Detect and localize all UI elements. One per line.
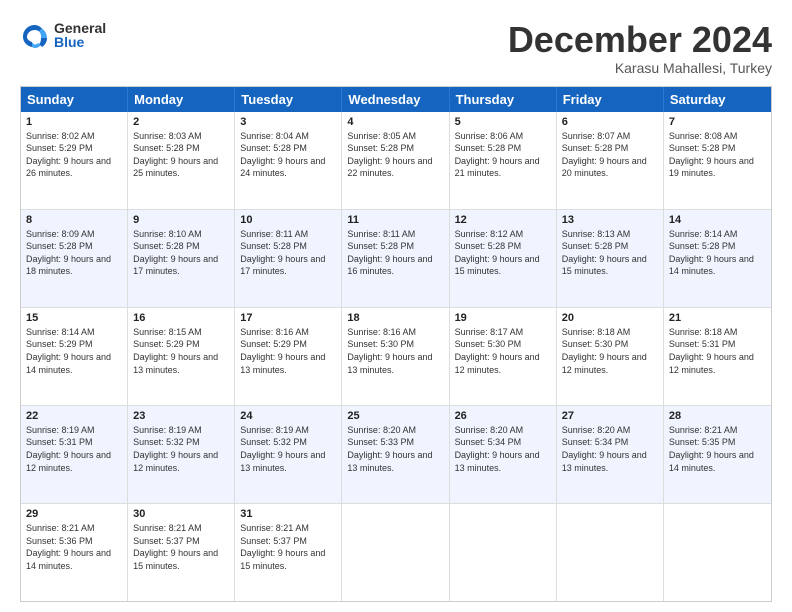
logo-general: General [54, 21, 106, 35]
page: General Blue December 2024 Karasu Mahall… [0, 0, 792, 612]
cal-cell-31: 31Sunrise: 8:21 AMSunset: 5:37 PMDayligh… [235, 504, 342, 601]
cal-cell-24: 24Sunrise: 8:19 AMSunset: 5:32 PMDayligh… [235, 406, 342, 503]
cal-cell-1: 1Sunrise: 8:02 AMSunset: 5:29 PMDaylight… [21, 112, 128, 209]
calendar-row-0: 1Sunrise: 8:02 AMSunset: 5:29 PMDaylight… [21, 112, 771, 209]
cal-cell-3: 3Sunrise: 8:04 AMSunset: 5:28 PMDaylight… [235, 112, 342, 209]
cal-cell-28: 28Sunrise: 8:21 AMSunset: 5:35 PMDayligh… [664, 406, 771, 503]
cal-cell-11: 11Sunrise: 8:11 AMSunset: 5:28 PMDayligh… [342, 210, 449, 307]
cal-cell-22: 22Sunrise: 8:19 AMSunset: 5:31 PMDayligh… [21, 406, 128, 503]
subtitle: Karasu Mahallesi, Turkey [508, 60, 772, 76]
cal-cell-empty [557, 504, 664, 601]
cal-cell-29: 29Sunrise: 8:21 AMSunset: 5:36 PMDayligh… [21, 504, 128, 601]
calendar: SundayMondayTuesdayWednesdayThursdayFrid… [20, 86, 772, 602]
header-day-wednesday: Wednesday [342, 87, 449, 112]
cal-cell-27: 27Sunrise: 8:20 AMSunset: 5:34 PMDayligh… [557, 406, 664, 503]
cal-cell-2: 2Sunrise: 8:03 AMSunset: 5:28 PMDaylight… [128, 112, 235, 209]
cal-cell-empty [450, 504, 557, 601]
cal-cell-7: 7Sunrise: 8:08 AMSunset: 5:28 PMDaylight… [664, 112, 771, 209]
calendar-header: SundayMondayTuesdayWednesdayThursdayFrid… [21, 87, 771, 112]
cal-cell-26: 26Sunrise: 8:20 AMSunset: 5:34 PMDayligh… [450, 406, 557, 503]
title-block: December 2024 Karasu Mahallesi, Turkey [508, 20, 772, 76]
cal-cell-empty [664, 504, 771, 601]
logo-icon [20, 20, 50, 50]
calendar-row-4: 29Sunrise: 8:21 AMSunset: 5:36 PMDayligh… [21, 503, 771, 601]
cal-cell-17: 17Sunrise: 8:16 AMSunset: 5:29 PMDayligh… [235, 308, 342, 405]
calendar-row-3: 22Sunrise: 8:19 AMSunset: 5:31 PMDayligh… [21, 405, 771, 503]
logo: General Blue [20, 20, 106, 50]
cal-cell-23: 23Sunrise: 8:19 AMSunset: 5:32 PMDayligh… [128, 406, 235, 503]
cal-cell-5: 5Sunrise: 8:06 AMSunset: 5:28 PMDaylight… [450, 112, 557, 209]
cal-cell-4: 4Sunrise: 8:05 AMSunset: 5:28 PMDaylight… [342, 112, 449, 209]
header: General Blue December 2024 Karasu Mahall… [20, 20, 772, 76]
cal-cell-8: 8Sunrise: 8:09 AMSunset: 5:28 PMDaylight… [21, 210, 128, 307]
header-day-friday: Friday [557, 87, 664, 112]
calendar-body: 1Sunrise: 8:02 AMSunset: 5:29 PMDaylight… [21, 112, 771, 601]
cal-cell-18: 18Sunrise: 8:16 AMSunset: 5:30 PMDayligh… [342, 308, 449, 405]
logo-blue: Blue [54, 35, 106, 49]
calendar-row-2: 15Sunrise: 8:14 AMSunset: 5:29 PMDayligh… [21, 307, 771, 405]
cal-cell-14: 14Sunrise: 8:14 AMSunset: 5:28 PMDayligh… [664, 210, 771, 307]
cal-cell-6: 6Sunrise: 8:07 AMSunset: 5:28 PMDaylight… [557, 112, 664, 209]
header-day-thursday: Thursday [450, 87, 557, 112]
cal-cell-12: 12Sunrise: 8:12 AMSunset: 5:28 PMDayligh… [450, 210, 557, 307]
header-day-saturday: Saturday [664, 87, 771, 112]
cal-cell-10: 10Sunrise: 8:11 AMSunset: 5:28 PMDayligh… [235, 210, 342, 307]
header-day-tuesday: Tuesday [235, 87, 342, 112]
cal-cell-19: 19Sunrise: 8:17 AMSunset: 5:30 PMDayligh… [450, 308, 557, 405]
header-day-sunday: Sunday [21, 87, 128, 112]
cal-cell-16: 16Sunrise: 8:15 AMSunset: 5:29 PMDayligh… [128, 308, 235, 405]
logo-text: General Blue [54, 21, 106, 49]
cal-cell-20: 20Sunrise: 8:18 AMSunset: 5:30 PMDayligh… [557, 308, 664, 405]
calendar-row-1: 8Sunrise: 8:09 AMSunset: 5:28 PMDaylight… [21, 209, 771, 307]
cal-cell-15: 15Sunrise: 8:14 AMSunset: 5:29 PMDayligh… [21, 308, 128, 405]
cal-cell-30: 30Sunrise: 8:21 AMSunset: 5:37 PMDayligh… [128, 504, 235, 601]
cal-cell-21: 21Sunrise: 8:18 AMSunset: 5:31 PMDayligh… [664, 308, 771, 405]
main-title: December 2024 [508, 20, 772, 60]
cal-cell-13: 13Sunrise: 8:13 AMSunset: 5:28 PMDayligh… [557, 210, 664, 307]
cal-cell-25: 25Sunrise: 8:20 AMSunset: 5:33 PMDayligh… [342, 406, 449, 503]
cal-cell-9: 9Sunrise: 8:10 AMSunset: 5:28 PMDaylight… [128, 210, 235, 307]
cal-cell-empty [342, 504, 449, 601]
header-day-monday: Monday [128, 87, 235, 112]
